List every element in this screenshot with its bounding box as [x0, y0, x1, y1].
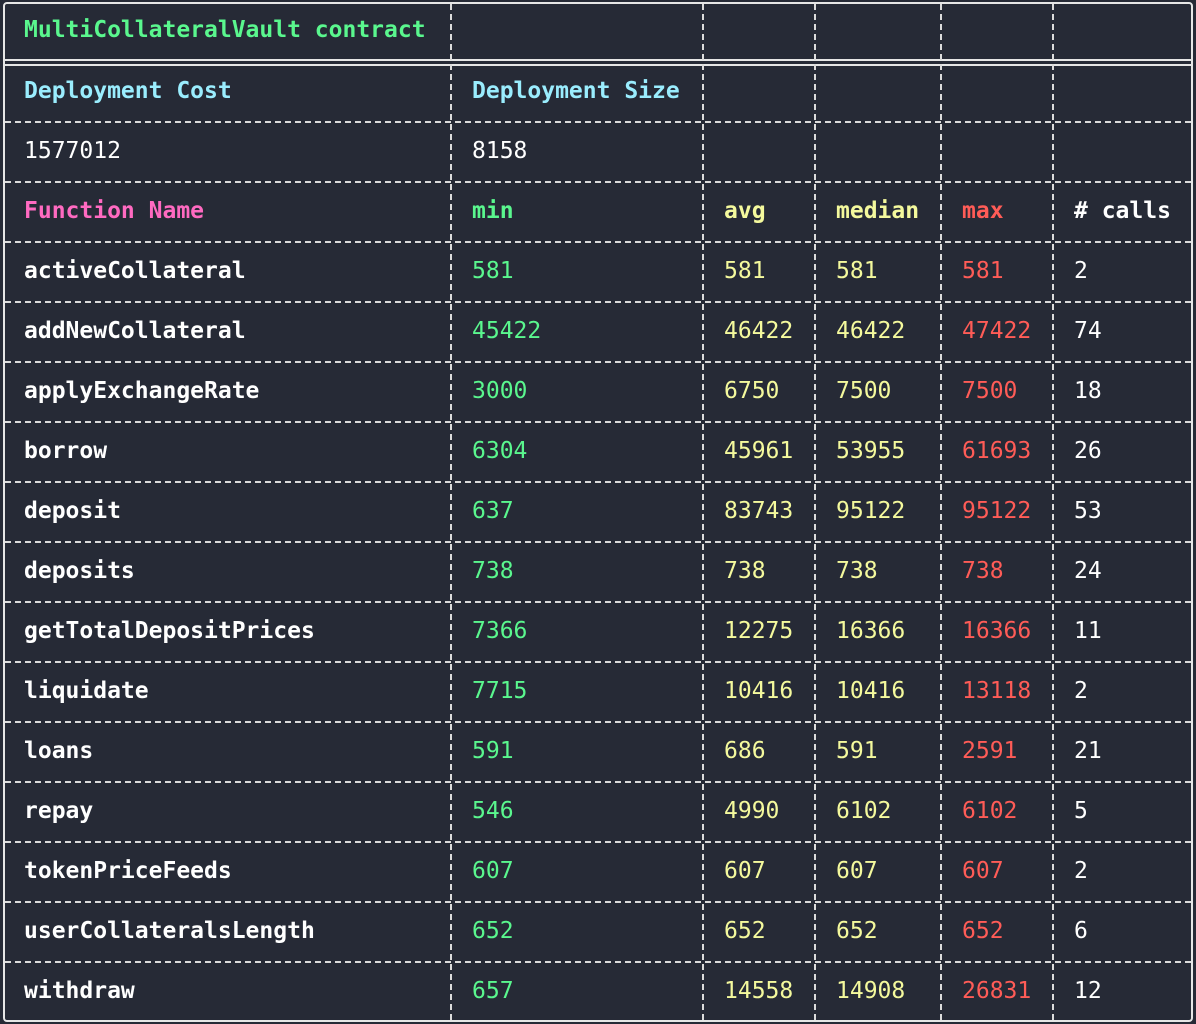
- calls-cell: 2: [1074, 678, 1088, 704]
- function-name-cell: liquidate: [24, 678, 149, 704]
- column-divider: [702, 4, 704, 1020]
- function-name-cell: tokenPriceFeeds: [24, 858, 232, 884]
- calls-cell: 26: [1074, 438, 1102, 464]
- max-header: max: [962, 198, 1004, 224]
- avg-cell: 12275: [724, 618, 794, 644]
- max-cell: 61693: [962, 438, 1032, 464]
- deployment-cost-header: Deployment Cost: [24, 78, 232, 104]
- max-cell: 95122: [962, 498, 1032, 524]
- min-cell: 591: [472, 738, 514, 764]
- max-cell: 2591: [962, 738, 1018, 764]
- median-cell: 738: [836, 558, 878, 584]
- avg-cell: 46422: [724, 318, 794, 344]
- max-cell: 47422: [962, 318, 1032, 344]
- function-name-cell: deposit: [24, 498, 121, 524]
- function-name-cell: loans: [24, 738, 94, 764]
- median-cell: 14908: [836, 978, 906, 1004]
- median-cell: 46422: [836, 318, 906, 344]
- median-cell: 95122: [836, 498, 906, 524]
- function-name-cell: borrow: [24, 438, 108, 464]
- column-divider: [940, 4, 942, 1020]
- deployment-size-header: Deployment Size: [472, 78, 680, 104]
- column-divider: [814, 4, 816, 1020]
- max-cell: 16366: [962, 618, 1032, 644]
- median-cell: 7500: [836, 378, 892, 404]
- avg-cell: 14558: [724, 978, 794, 1004]
- avg-header: avg: [724, 198, 766, 224]
- avg-cell: 10416: [724, 678, 794, 704]
- min-cell: 738: [472, 558, 514, 584]
- function-name-cell: applyExchangeRate: [24, 378, 260, 404]
- function-name-cell: withdraw: [24, 978, 135, 1004]
- avg-cell: 6750: [724, 378, 780, 404]
- min-cell: 3000: [472, 378, 528, 404]
- min-cell: 546: [472, 798, 514, 824]
- median-cell: 16366: [836, 618, 906, 644]
- median-cell: 581: [836, 258, 878, 284]
- calls-cell: 2: [1074, 258, 1088, 284]
- row-divider: [5, 541, 1191, 543]
- max-cell: 607: [962, 858, 1004, 884]
- min-cell: 45422: [472, 318, 542, 344]
- contract-title: MultiCollateralVault contract: [24, 17, 426, 43]
- median-cell: 652: [836, 918, 878, 944]
- calls-cell: 11: [1074, 618, 1102, 644]
- function-name-cell: userCollateralsLength: [24, 918, 315, 944]
- min-cell: 607: [472, 858, 514, 884]
- min-cell: 657: [472, 978, 514, 1004]
- max-cell: 581: [962, 258, 1004, 284]
- median-cell: 10416: [836, 678, 906, 704]
- min-cell: 6304: [472, 438, 528, 464]
- avg-cell: 738: [724, 558, 766, 584]
- column-divider: [1052, 4, 1054, 1020]
- function-name-cell: addNewCollateral: [24, 318, 246, 344]
- min-header: min: [472, 198, 514, 224]
- calls-cell: 24: [1074, 558, 1102, 584]
- function-name-cell: deposits: [24, 558, 135, 584]
- min-cell: 652: [472, 918, 514, 944]
- avg-cell: 83743: [724, 498, 794, 524]
- min-cell: 581: [472, 258, 514, 284]
- avg-cell: 686: [724, 738, 766, 764]
- function-name-cell: activeCollateral: [24, 258, 246, 284]
- calls-cell: 6: [1074, 918, 1088, 944]
- avg-cell: 581: [724, 258, 766, 284]
- calls-cell: 5: [1074, 798, 1088, 824]
- max-cell: 13118: [962, 678, 1032, 704]
- median-cell: 607: [836, 858, 878, 884]
- min-cell: 7366: [472, 618, 528, 644]
- avg-cell: 4990: [724, 798, 780, 824]
- median-cell: 6102: [836, 798, 892, 824]
- avg-cell: 607: [724, 858, 766, 884]
- min-cell: 7715: [472, 678, 528, 704]
- calls-cell: 18: [1074, 378, 1102, 404]
- max-cell: 6102: [962, 798, 1018, 824]
- median-cell: 591: [836, 738, 878, 764]
- calls-cell: 12: [1074, 978, 1102, 1004]
- calls-cell: 74: [1074, 318, 1102, 344]
- max-cell: 26831: [962, 978, 1032, 1004]
- function-name-header: Function Name: [24, 198, 205, 224]
- median-cell: 53955: [836, 438, 906, 464]
- calls-header: # calls: [1074, 198, 1171, 224]
- avg-cell: 652: [724, 918, 766, 944]
- column-divider: [450, 4, 452, 1020]
- function-name-cell: getTotalDepositPrices: [24, 618, 315, 644]
- avg-cell: 45961: [724, 438, 794, 464]
- max-cell: 738: [962, 558, 1004, 584]
- calls-cell: 21: [1074, 738, 1102, 764]
- calls-cell: 2: [1074, 858, 1088, 884]
- row-divider: [5, 121, 1191, 123]
- min-cell: 637: [472, 498, 514, 524]
- deployment-size-value: 8158: [472, 138, 528, 164]
- calls-cell: 53: [1074, 498, 1102, 524]
- max-cell: 652: [962, 918, 1004, 944]
- deployment-cost-value: 1577012: [24, 138, 121, 164]
- max-cell: 7500: [962, 378, 1018, 404]
- median-header: median: [836, 198, 920, 224]
- function-name-cell: repay: [24, 798, 94, 824]
